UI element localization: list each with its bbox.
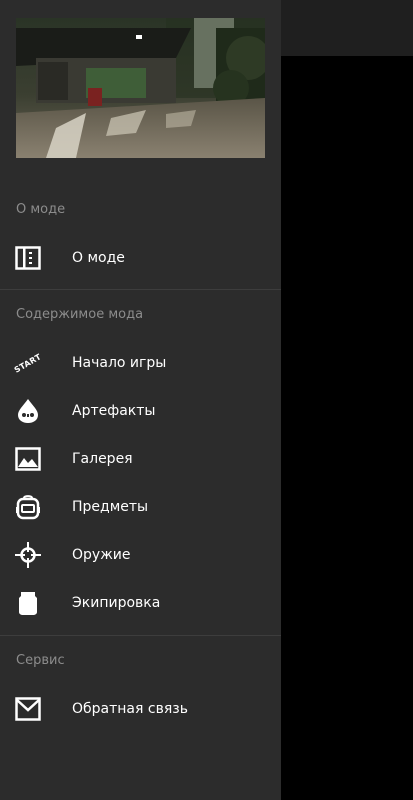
menu-item-items[interactable]: Предметы [0,483,281,531]
menu-item-game-start[interactable]: START Начало игры [0,339,281,387]
divider [0,635,281,636]
section-title-about: О моде [16,202,66,217]
menu-item-gallery[interactable]: Галерея [0,435,281,483]
menu-item-feedback[interactable]: Обратная связь [0,685,281,733]
start-icon: START [12,350,44,376]
mail-icon [14,696,42,722]
start-icon-text: START [12,351,44,375]
menu-item-equipment[interactable]: Экипировка [0,579,281,627]
menu-item-label: Галерея [72,451,133,467]
menu-item-label: Начало игры [72,355,167,371]
crosshair-icon [14,542,42,568]
menu-item-weapons[interactable]: Оружие [0,531,281,579]
gallery-icon [14,446,42,472]
menu-item-label: Артефакты [72,403,156,419]
armor-icon [14,590,42,616]
section-title-mod-content: Содержимое мода [16,307,144,322]
menu-item-artifacts[interactable]: Артефакты [0,387,281,435]
divider [0,289,281,290]
navigation-drawer: О моде О моде Содержимое мода START Нача… [0,0,281,800]
menu-item-about-mod[interactable]: О моде [0,234,281,282]
book-icon [14,245,42,271]
menu-item-label: Экипировка [72,595,161,611]
menu-item-label: О моде [72,250,125,266]
artifact-icon [14,398,42,424]
backpack-icon [14,494,42,520]
section-title-service: Сервис [16,653,65,668]
header-image [16,18,265,158]
menu-item-label: Предметы [72,499,149,515]
menu-item-label: Обратная связь [72,701,188,717]
menu-item-label: Оружие [72,547,131,563]
